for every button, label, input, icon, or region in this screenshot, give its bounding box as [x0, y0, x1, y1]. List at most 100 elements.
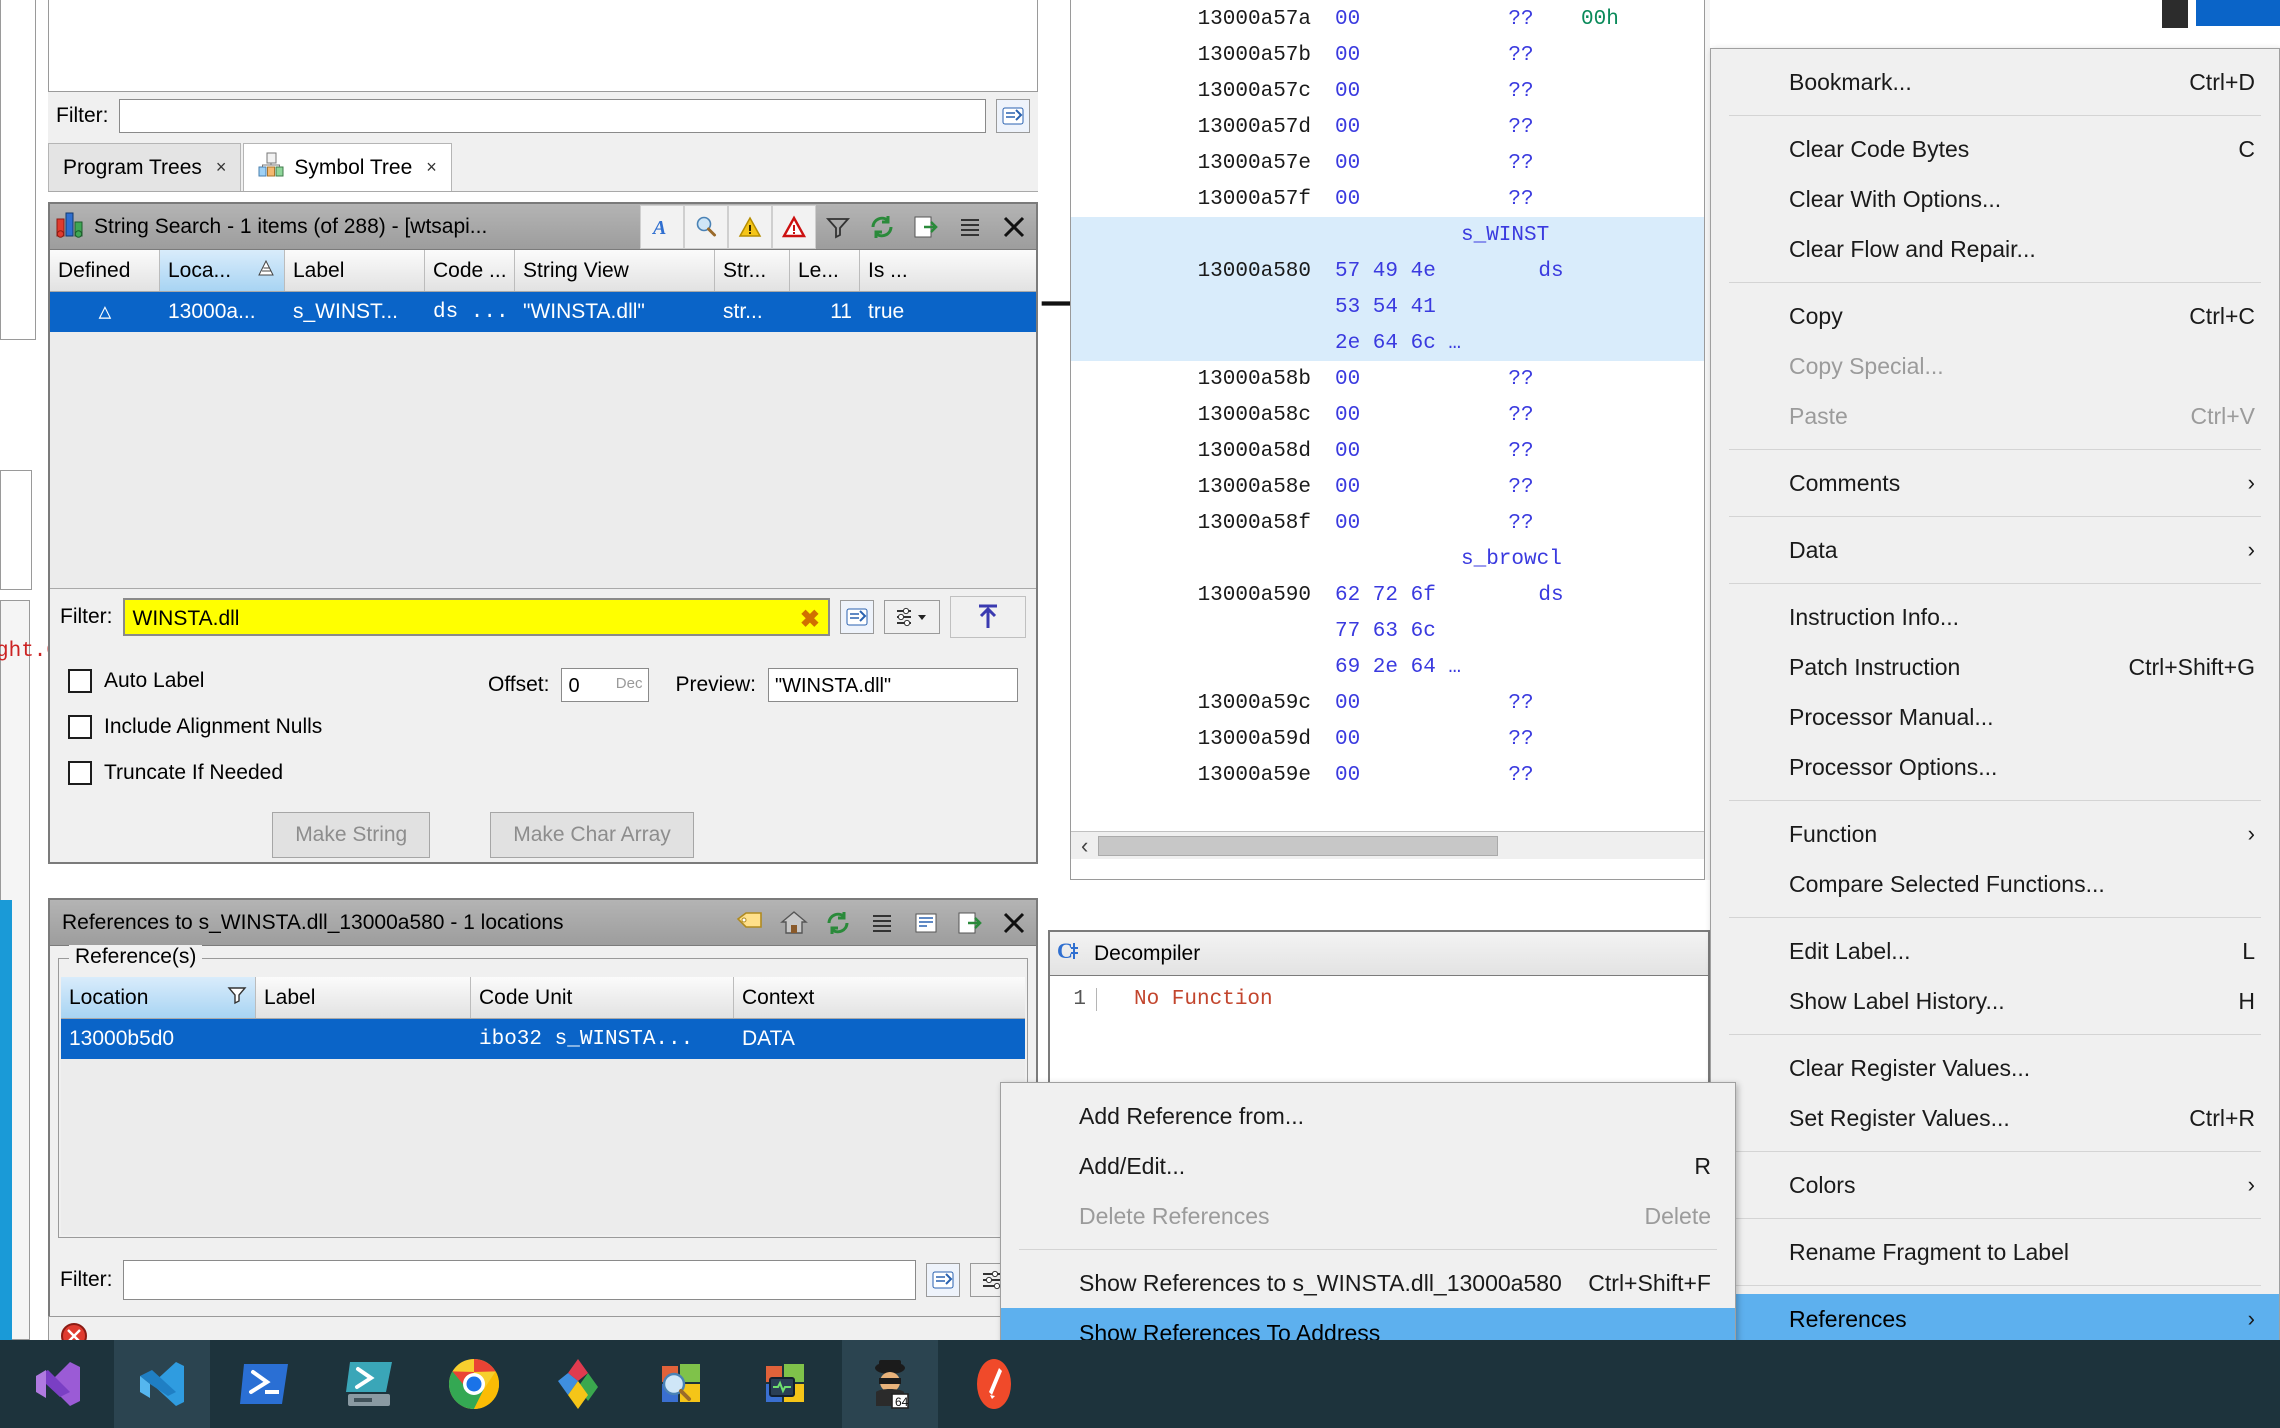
symbol-tree-panel[interactable] — [48, 0, 1038, 92]
scroll-left-arrow-icon[interactable]: ‹ — [1071, 833, 1098, 859]
magnifier-icon[interactable] — [684, 205, 728, 249]
taskbar-item-vscode[interactable] — [114, 1340, 210, 1428]
listing-line[interactable]: 13000a58f 00 ?? — [1071, 505, 1709, 541]
auto-label-row[interactable]: Auto Label — [68, 658, 488, 704]
menu-item-show-references-to-symbol[interactable]: Show References to s_WINSTA.dll_13000a58… — [1001, 1258, 1735, 1308]
listing-line[interactable]: 13000a57d 00 ?? — [1071, 109, 1709, 145]
listing-line[interactable]: 13000a57f 00 ?? — [1071, 181, 1709, 217]
listing-line[interactable]: 13000a57b 00 ?? — [1071, 37, 1709, 73]
window-scroll-dark[interactable] — [2162, 0, 2188, 28]
font-icon[interactable]: A — [640, 205, 684, 249]
col-string-type[interactable]: Str... — [715, 250, 790, 291]
menu-item-edit-label[interactable]: Edit Label... L — [1711, 926, 2279, 976]
close-icon[interactable]: × — [426, 157, 437, 178]
table-row[interactable]: 13000b5d0 ibo32 s_WINSTA... DATA — [61, 1019, 1025, 1059]
taskbar-item-ghidra[interactable] — [530, 1340, 626, 1428]
filter-options-icon[interactable] — [840, 600, 874, 634]
listing-line[interactable]: 69 2e 64 … — [1071, 649, 1709, 685]
close-icon[interactable] — [992, 901, 1036, 945]
menu-item-clear-code-bytes[interactable]: Clear Code Bytes C — [1711, 124, 2279, 174]
edit-label-icon[interactable] — [728, 901, 772, 945]
menu-item-patch-instruction[interactable]: Patch Instruction Ctrl+Shift+G — [1711, 642, 2279, 692]
refresh-icon[interactable] — [816, 901, 860, 945]
col-code-unit[interactable]: Code Unit — [471, 977, 734, 1018]
menu-item-show-label-history[interactable]: Show Label History... H — [1711, 976, 2279, 1026]
listing-panel[interactable]: 13000a57a 00 ?? 00h 13000a57b 00 ?? 1300… — [1070, 0, 1710, 880]
offset-input[interactable]: 0 Dec — [561, 668, 649, 702]
menu-item-add-reference-from[interactable]: Add Reference from... — [1001, 1091, 1735, 1141]
menu-item-bookmark[interactable]: Bookmark... Ctrl+D — [1711, 57, 2279, 107]
close-icon[interactable]: × — [216, 157, 227, 178]
col-location[interactable]: Loca... — [160, 250, 285, 291]
listing-line[interactable]: 13000a58d 00 ?? — [1071, 433, 1709, 469]
menu-item-copy[interactable]: Copy Ctrl+C — [1711, 291, 2279, 341]
taskbar-item-process-monitor[interactable] — [738, 1340, 834, 1428]
menu-item-references[interactable]: References › — [1711, 1294, 2279, 1344]
col-label[interactable]: Label — [256, 977, 471, 1018]
snapshot-icon[interactable] — [948, 901, 992, 945]
col-context[interactable]: Context — [734, 977, 1009, 1018]
listing-line[interactable]: 13000a57e 00 ?? — [1071, 145, 1709, 181]
listing-highlighted-block[interactable]: s_WINST 13000a580 57 49 4e ds 53 54 41 2… — [1071, 217, 1709, 361]
include-alignment-nulls-row[interactable]: Include Alignment Nulls — [68, 704, 488, 750]
menu-item-processor-options[interactable]: Processor Options... — [1711, 742, 2279, 792]
context-menu-main[interactable]: Bookmark... Ctrl+D Clear Code Bytes C Cl… — [1710, 48, 2280, 1353]
menu-item-clear-register-values[interactable]: Clear Register Values... — [1711, 1043, 2279, 1093]
taskbar-item-x64dbg[interactable]: 64 — [842, 1340, 938, 1428]
listing-line[interactable]: 13000a580 57 49 4e ds — [1071, 253, 1709, 289]
listing-line[interactable]: 13000a59e 00 ?? — [1071, 757, 1709, 793]
col-defined[interactable]: Defined — [50, 250, 160, 291]
error-icon[interactable] — [772, 205, 816, 249]
tab-symbol-tree[interactable]: Symbol Tree × — [243, 143, 451, 191]
listing-line[interactable]: 13000a57c 00 ?? — [1071, 73, 1709, 109]
string-search-filter-input[interactable]: WINSTA.dll ✖ — [123, 598, 831, 636]
close-icon[interactable] — [992, 205, 1036, 249]
make-char-array-button[interactable]: Make Char Array — [490, 812, 694, 858]
table-row[interactable]: △ 13000a... s_WINST... ds ... "WINSTA.dl… — [50, 292, 1036, 332]
menu-item-instruction-info[interactable]: Instruction Info... — [1711, 592, 2279, 642]
truncate-if-needed-row[interactable]: Truncate If Needed — [68, 750, 488, 796]
menu-icon[interactable] — [860, 901, 904, 945]
auto-label-checkbox[interactable] — [68, 669, 92, 693]
select-all-icon[interactable] — [950, 596, 1026, 638]
taskbar-item-powershell-ise[interactable] — [322, 1340, 418, 1428]
listing-line[interactable]: 13000a59d 00 ?? — [1071, 721, 1709, 757]
menu-item-function[interactable]: Function › — [1711, 809, 2279, 859]
taskbar-item-process-explorer[interactable] — [634, 1340, 730, 1428]
references-filter-input[interactable] — [123, 1260, 917, 1300]
menu-item-colors[interactable]: Colors › — [1711, 1160, 2279, 1210]
col-location[interactable]: Location — [61, 977, 256, 1018]
home-icon[interactable] — [772, 901, 816, 945]
listing-line[interactable]: 13000a590 62 72 6f ds — [1071, 577, 1709, 613]
menu-item-compare-selected-functions[interactable]: Compare Selected Functions... — [1711, 859, 2279, 909]
taskbar-item-chrome[interactable] — [426, 1340, 522, 1428]
menu-item-clear-with-options[interactable]: Clear With Options... — [1711, 174, 2279, 224]
filter-options-icon[interactable] — [996, 99, 1030, 133]
refresh-icon[interactable] — [860, 205, 904, 249]
listing-line[interactable]: 13000a58c 00 ?? — [1071, 397, 1709, 433]
menu-item-add-edit[interactable]: Add/Edit... R — [1001, 1141, 1735, 1191]
filter-icon[interactable] — [816, 205, 860, 249]
menu-item-clear-flow-and-repair[interactable]: Clear Flow and Repair... — [1711, 224, 2279, 274]
symbol-tree-filter-input[interactable] — [119, 99, 987, 133]
select-icon[interactable] — [904, 901, 948, 945]
col-string-view[interactable]: String View — [515, 250, 715, 291]
listing-line[interactable]: 77 63 6c — [1071, 613, 1709, 649]
col-is-word[interactable]: Is ... — [860, 250, 934, 291]
col-length[interactable]: Le... — [790, 250, 860, 291]
col-code-unit[interactable]: Code ... — [425, 250, 515, 291]
menu-item-set-register-values[interactable]: Set Register Values... Ctrl+R — [1711, 1093, 2279, 1143]
make-string-button[interactable]: Make String — [272, 812, 430, 858]
truncate-if-needed-checkbox[interactable] — [68, 761, 92, 785]
warning-icon[interactable] — [728, 205, 772, 249]
taskbar-item-visual-studio[interactable] — [10, 1340, 106, 1428]
listing-line[interactable]: 13000a57a 00 ?? 00h — [1071, 1, 1709, 37]
tab-program-trees[interactable]: Program Trees × — [48, 143, 241, 191]
listing-line[interactable]: 13000a59c 00 ?? — [1071, 685, 1709, 721]
scroll-thumb[interactable] — [1098, 836, 1498, 856]
taskbar-item-resource-hacker[interactable] — [946, 1340, 1042, 1428]
menu-item-processor-manual[interactable]: Processor Manual... — [1711, 692, 2279, 742]
clear-filter-icon[interactable]: ✖ — [800, 603, 820, 637]
col-label[interactable]: Label — [285, 250, 425, 291]
listing-line[interactable]: 13000a58e 00 ?? — [1071, 469, 1709, 505]
